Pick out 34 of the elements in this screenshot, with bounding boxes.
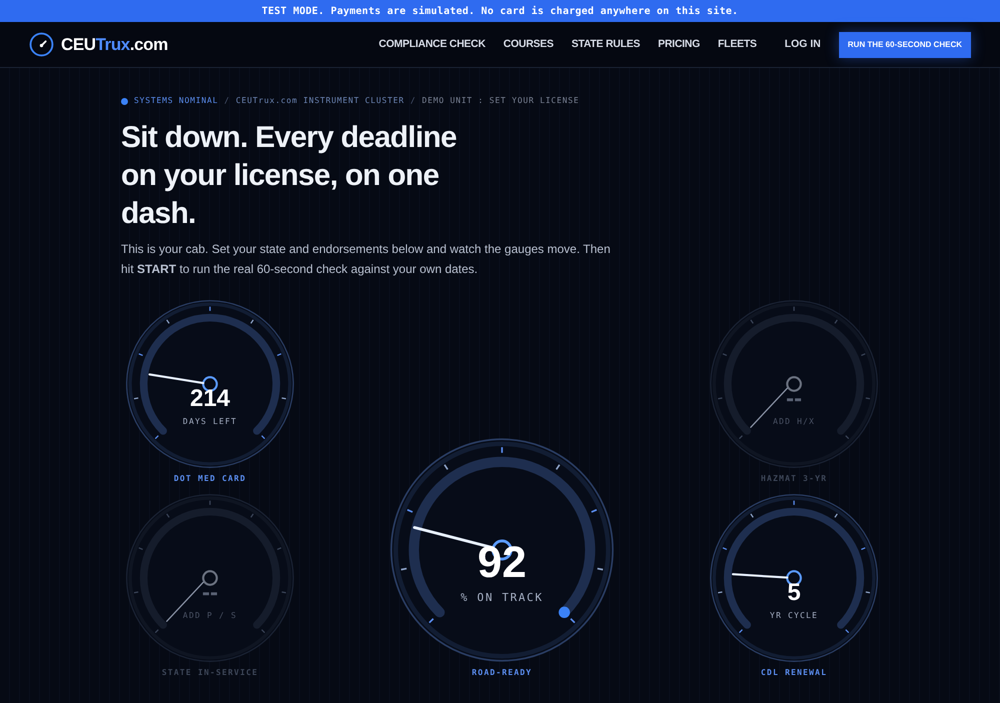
breadcrumb-item: DEMO UNIT : SET YOUR LICENSE <box>422 95 580 107</box>
nav-link[interactable]: STATE RULES <box>572 36 640 52</box>
nav-link[interactable]: FLEETS <box>718 36 757 52</box>
gauge-unit: DAYS LEFT <box>182 416 238 428</box>
cta-button[interactable]: RUN THE 60-SECOND CHECK <box>838 32 971 58</box>
gauge-value: -- <box>786 386 802 412</box>
breadcrumb-separator: / <box>410 95 416 107</box>
gauge-unit: ADD P / S <box>182 610 238 622</box>
gauge-needle <box>750 388 788 428</box>
test-mode-banner: TEST MODE. Payments are simulated. No card is charged anywhere on this site. <box>0 0 1000 22</box>
gauge-label: DOT MED CARD <box>174 473 246 485</box>
breadcrumb-separator: / <box>224 95 230 107</box>
gauge-value: 5 <box>787 580 801 606</box>
login-link[interactable]: LOG IN <box>784 36 821 52</box>
gauge-unit: YR CYCLE <box>770 610 818 622</box>
logo-text[interactable]: CEUTrux.com <box>61 32 168 58</box>
gauge-label: ROAD-READY <box>472 667 532 679</box>
breadcrumb-item: SYSTEMS NOMINAL <box>134 95 218 107</box>
gauge-needle <box>166 582 204 622</box>
gauge-unit: % ON TRACK <box>460 590 544 606</box>
gauge-unit: ADD H/X <box>772 416 816 428</box>
gauge-label: CDL RENEWAL <box>760 667 828 679</box>
gauge-label: HAZMAT 3-YR <box>760 473 828 485</box>
speedometer-icon[interactable] <box>29 32 54 57</box>
gauge-label: STATE IN-SERVICE <box>162 667 258 679</box>
gauge-value: 92 <box>478 540 526 586</box>
breadcrumb-item: CEUTrux.com INSTRUMENT CLUSTER <box>236 95 404 107</box>
nav-link[interactable]: PRICING <box>658 36 700 52</box>
nav-link[interactable]: COURSES <box>503 36 554 52</box>
gauge-value: -- <box>202 580 218 606</box>
headline: Sit down. Every deadline on your license, on one dash. <box>121 120 458 232</box>
nav-link[interactable]: COMPLIANCE CHECK <box>378 36 486 52</box>
gauge-value: 214 <box>190 386 230 412</box>
intro-paragraph: This is your cab. Set your state and endorsements below and watch the gauges move. Then hit START to run the real 60-second check against your own dates. <box>121 241 611 278</box>
